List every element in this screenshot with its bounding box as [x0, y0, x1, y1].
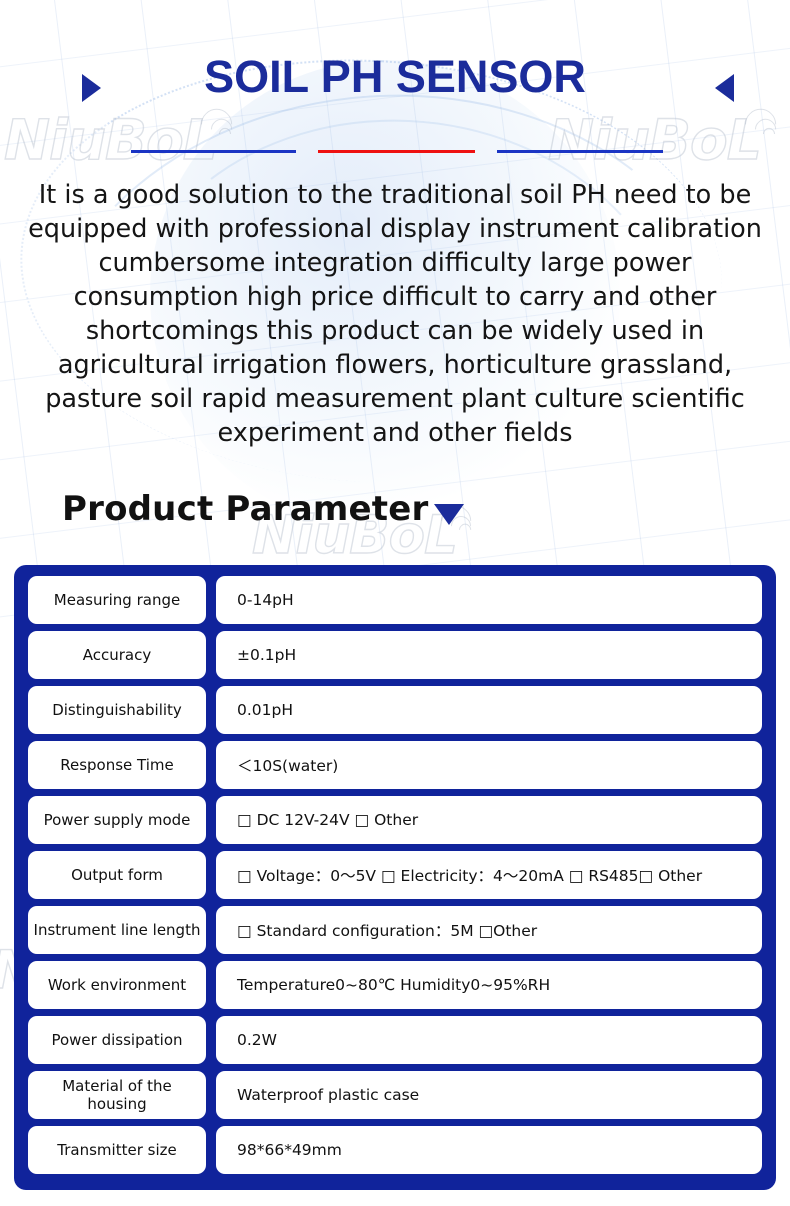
spec-value: 0.01pH [216, 686, 762, 734]
table-row: Measuring range 0-14pH [28, 576, 762, 624]
section-heading: Product Parameter [62, 489, 429, 529]
spec-value: □ Standard configuration：5M □Other [216, 906, 762, 954]
table-row: Instrument line length □ Standard config… [28, 906, 762, 954]
table-row: Transmitter size 98*66*49mm [28, 1126, 762, 1174]
spec-table: Measuring range 0-14pH Accuracy ±0.1pH D… [14, 565, 776, 1190]
spec-label: Distinguishability [28, 686, 206, 734]
spec-label: Response Time [28, 741, 206, 789]
spec-value: ±0.1pH [216, 631, 762, 679]
table-row: Response Time ＜10S(water) [28, 741, 762, 789]
table-row: Output form □ Voltage：0〜5V □ Electricity… [28, 851, 762, 899]
spec-label: Accuracy [28, 631, 206, 679]
spec-value: □ DC 12V-24V □ Other [216, 796, 762, 844]
table-row: Material of the housing Waterproof plast… [28, 1071, 762, 1119]
spec-value: 0-14pH [216, 576, 762, 624]
table-row: Accuracy ±0.1pH [28, 631, 762, 679]
spec-label: Material of the housing [28, 1071, 206, 1119]
spec-value: □ Voltage：0〜5V □ Electricity：4〜20mA □ RS… [216, 851, 762, 899]
spec-value: 0.2W [216, 1016, 762, 1064]
intro-paragraph: It is a good solution to the traditional… [28, 180, 762, 448]
spec-value: ＜10S(water) [216, 741, 762, 789]
table-row: Power supply mode □ DC 12V-24V □ Other [28, 796, 762, 844]
spec-label: Work environment [28, 961, 206, 1009]
table-row: Power dissipation 0.2W [28, 1016, 762, 1064]
spec-label: Power dissipation [28, 1016, 206, 1064]
divider-segment-red-center [318, 150, 475, 153]
spec-value: 98*66*49mm [216, 1126, 762, 1174]
spec-label: Transmitter size [28, 1126, 206, 1174]
divider-segment-blue-left [131, 150, 296, 153]
table-row: Distinguishability 0.01pH [28, 686, 762, 734]
page-header: SOIL PH SENSOR [0, 0, 790, 175]
spec-label: Measuring range [28, 576, 206, 624]
triangle-down-icon [434, 504, 464, 525]
spec-label: Instrument line length [28, 906, 206, 954]
spec-label: Output form [28, 851, 206, 899]
spec-value: Temperature0~80℃ Humidity0~95%RH [216, 961, 762, 1009]
table-row: Work environment Temperature0~80℃ Humidi… [28, 961, 762, 1009]
divider-segment-blue-right [497, 150, 663, 153]
page-title: SOIL PH SENSOR [204, 51, 586, 102]
spec-label: Power supply mode [28, 796, 206, 844]
spec-value: Waterproof plastic case [216, 1071, 762, 1119]
